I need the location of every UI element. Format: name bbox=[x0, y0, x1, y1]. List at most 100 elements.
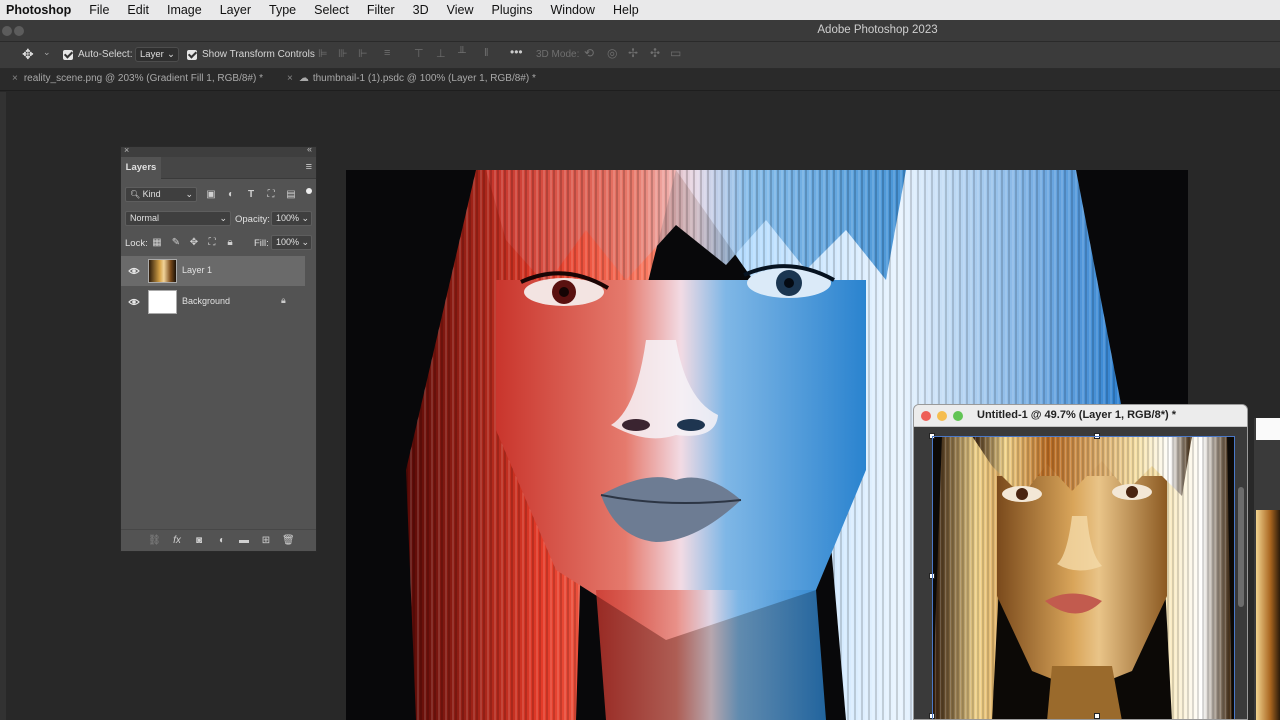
tab-label: thumbnail-1 (1).psdc @ 100% (Layer 1, RG… bbox=[312, 73, 536, 84]
transform-handle-top-left[interactable] bbox=[929, 433, 935, 439]
collapse-icon[interactable]: « bbox=[307, 144, 312, 154]
fill-value: 100% bbox=[276, 237, 300, 247]
panel-menu-icon[interactable]: ≡ bbox=[306, 161, 312, 173]
new-layer-icon[interactable]: ⊞ bbox=[260, 535, 272, 547]
menu-plugins[interactable]: Plugins bbox=[483, 3, 542, 17]
menu-filter[interactable]: Filter bbox=[358, 3, 404, 17]
vertical-scrollbar[interactable] bbox=[1238, 487, 1244, 607]
visibility-eye-icon[interactable] bbox=[128, 265, 140, 277]
panel-header: × « bbox=[121, 144, 316, 157]
menu-layer[interactable]: Layer bbox=[211, 3, 260, 17]
3d-pan-icon[interactable]: ✢ bbox=[628, 46, 638, 60]
lock-position-icon[interactable]: ✥ bbox=[188, 237, 200, 249]
background-window-image bbox=[1256, 510, 1280, 720]
new-group-icon[interactable]: ▬ bbox=[238, 535, 250, 547]
visibility-eye-icon[interactable] bbox=[128, 296, 140, 308]
layer-row-background[interactable]: Background 🔒︎ bbox=[121, 287, 305, 317]
background-window-titlebar bbox=[1256, 418, 1280, 440]
distribute-horizontal-icon[interactable]: ‖ bbox=[484, 47, 489, 59]
align-center-icon[interactable]: ⊪ bbox=[338, 47, 348, 60]
search-icon: 🔍︎ bbox=[130, 190, 141, 199]
filter-shape-icon[interactable]: ⛶ bbox=[265, 189, 277, 201]
3d-mode-label: 3D Mode: bbox=[536, 49, 580, 60]
menu-file[interactable]: File bbox=[80, 3, 118, 17]
blend-mode-dropdown[interactable]: Normal ⌄ bbox=[125, 211, 231, 226]
options-bar: ✥ ⌄ Auto-Select: Layer ⌄ Show Transform C… bbox=[0, 42, 1280, 69]
auto-select-checkbox[interactable] bbox=[63, 50, 73, 60]
lock-image-pixels-icon[interactable]: ✎ bbox=[170, 237, 182, 249]
auto-select-dropdown[interactable]: Layer ⌄ bbox=[135, 47, 179, 62]
close-button[interactable] bbox=[921, 411, 931, 421]
menu-image[interactable]: Image bbox=[158, 3, 211, 17]
align-top-icon[interactable]: ⊤ bbox=[414, 47, 424, 60]
chevron-down-icon: ⌄ bbox=[219, 213, 227, 223]
transform-handle-bottom-left[interactable] bbox=[929, 713, 935, 719]
tab-label: reality_scene.png @ 203% (Gradient Fill … bbox=[23, 73, 263, 84]
align-middle-icon[interactable]: ⊥ bbox=[436, 47, 446, 60]
fx-icon[interactable]: fx bbox=[171, 535, 183, 547]
menu-type[interactable]: Type bbox=[260, 3, 305, 17]
filter-type-icon[interactable]: T bbox=[245, 189, 257, 201]
filter-smart-object-icon[interactable]: ▤ bbox=[285, 189, 297, 201]
menu-edit[interactable]: Edit bbox=[118, 3, 158, 17]
menu-app-photoshop[interactable]: Photoshop bbox=[0, 3, 80, 17]
auto-select-label: Auto-Select: bbox=[78, 49, 133, 60]
opacity-value: 100% bbox=[276, 213, 300, 223]
tab-reality-scene[interactable]: × reality_scene.png @ 203% (Gradient Fill… bbox=[12, 73, 263, 84]
fill-field[interactable]: 100% ⌄ bbox=[271, 235, 312, 250]
link-layers-icon[interactable]: ⛓ bbox=[148, 535, 161, 547]
3d-slide-icon[interactable]: ✣ bbox=[650, 46, 660, 60]
app-title: Adobe Photoshop 2023 bbox=[817, 24, 938, 36]
layer-name: Layer 1 bbox=[182, 265, 213, 275]
panel-footer: ⛓ fx ◙ ◐ ▬ ⊞ 🗑︎ bbox=[121, 529, 316, 551]
tab-thumbnail[interactable]: × ☁ thumbnail-1 (1).psdc @ 100% (Layer 1, … bbox=[287, 73, 536, 84]
lock-all-icon[interactable]: 🔒︎ bbox=[224, 237, 236, 249]
transform-handle-middle-left[interactable] bbox=[929, 573, 935, 579]
3d-camera-icon[interactable]: ▭ bbox=[670, 46, 681, 60]
3d-orbit-icon[interactable]: ⟲ bbox=[584, 46, 594, 60]
filter-row: 🔍︎ Kind ⌄ ▣ ◐ T ⛶ ▤ bbox=[121, 187, 316, 205]
floating-window-title: Untitled-1 @ 49.7% (Layer 1, RGB/8*) * bbox=[977, 409, 1177, 421]
tab-layers[interactable]: Layers bbox=[121, 157, 161, 179]
lock-artboard-icon[interactable]: ⛶ bbox=[206, 237, 218, 249]
align-left-icon[interactable]: ⊫ bbox=[318, 47, 328, 60]
distribute-vertical-icon[interactable]: ≡ bbox=[384, 47, 390, 59]
floating-window-titlebar[interactable]: Untitled-1 @ 49.7% (Layer 1, RGB/8*) * bbox=[914, 405, 1247, 427]
lock-transparent-pixels-icon[interactable]: ▦ bbox=[151, 237, 163, 249]
floating-canvas[interactable] bbox=[932, 436, 1235, 719]
menu-3d[interactable]: 3D bbox=[404, 3, 438, 17]
align-right-icon[interactable]: ⊩ bbox=[358, 47, 368, 60]
opacity-label: Opacity: bbox=[235, 214, 270, 225]
3d-roll-icon[interactable]: ◎ bbox=[607, 46, 617, 60]
layer-row-layer-1[interactable]: Layer 1 bbox=[121, 256, 305, 286]
lock-icon: 🔒︎ bbox=[281, 295, 286, 305]
menu-window[interactable]: Window bbox=[542, 3, 604, 17]
move-tool-icon[interactable]: ✥ bbox=[22, 46, 34, 63]
background-window-peek bbox=[1254, 418, 1280, 720]
zoom-button[interactable] bbox=[953, 411, 963, 421]
menu-select[interactable]: Select bbox=[305, 3, 358, 17]
transform-handle-top-center[interactable] bbox=[1094, 433, 1100, 439]
close-icon[interactable]: × bbox=[12, 73, 18, 84]
menu-view[interactable]: View bbox=[438, 3, 483, 17]
layer-name: Background bbox=[182, 296, 231, 306]
opacity-field[interactable]: 100% ⌄ bbox=[271, 211, 312, 226]
minimize-button[interactable] bbox=[937, 411, 947, 421]
filter-pixel-icon[interactable]: ▣ bbox=[205, 189, 217, 201]
add-mask-icon[interactable]: ◙ bbox=[193, 535, 205, 547]
menu-help[interactable]: Help bbox=[604, 3, 648, 17]
transform-handle-bottom-center[interactable] bbox=[1094, 713, 1100, 719]
more-options-icon[interactable]: ••• bbox=[510, 45, 523, 59]
filter-toggle-icon[interactable] bbox=[306, 188, 312, 194]
cloud-icon: ☁ bbox=[298, 73, 309, 84]
close-icon[interactable]: × bbox=[287, 73, 293, 84]
close-icon[interactable]: × bbox=[124, 145, 129, 155]
show-transform-checkbox[interactable] bbox=[187, 50, 197, 60]
filter-adjustment-icon[interactable]: ◐ bbox=[225, 189, 237, 201]
align-bottom-icon[interactable]: ╨ bbox=[458, 47, 466, 59]
floating-window-body bbox=[914, 427, 1247, 719]
filter-kind-dropdown[interactable]: 🔍︎ Kind ⌄ bbox=[125, 187, 197, 202]
adjustment-layer-icon[interactable]: ◐ bbox=[216, 535, 228, 547]
trash-icon[interactable]: 🗑︎ bbox=[282, 535, 295, 547]
tool-preset-chevron-icon[interactable]: ⌄ bbox=[43, 47, 51, 58]
